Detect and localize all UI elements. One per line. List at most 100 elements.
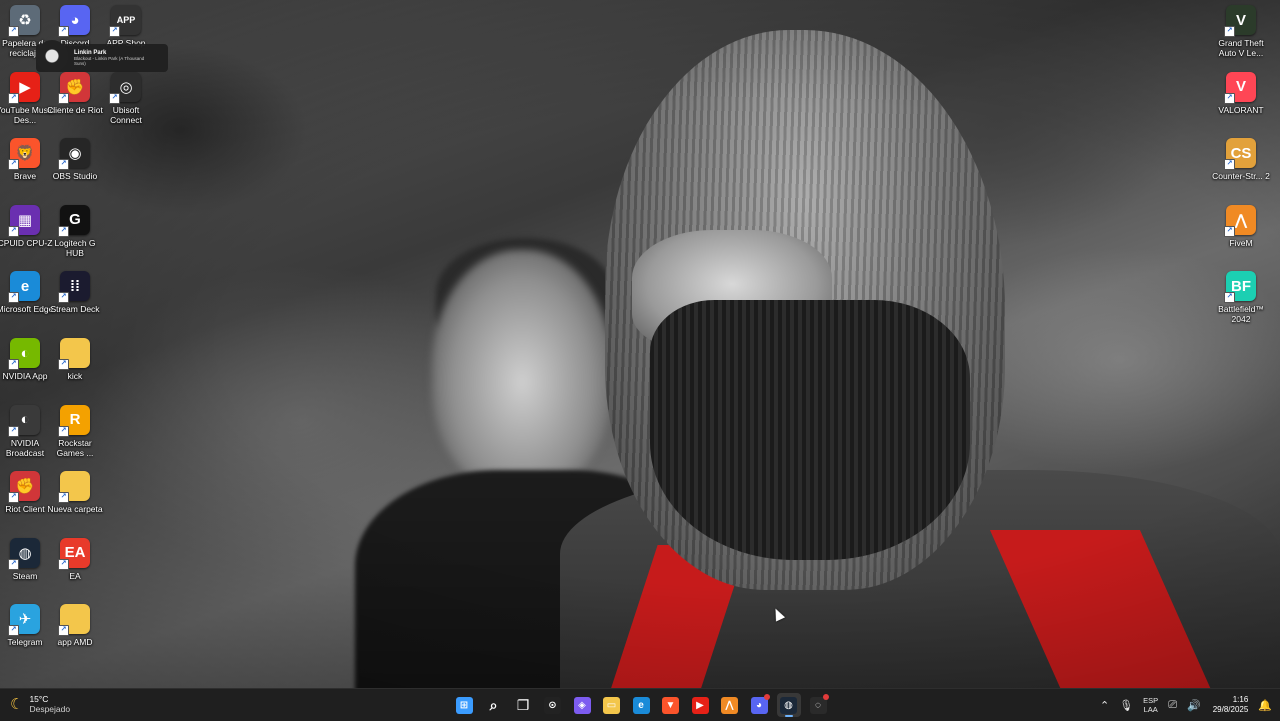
icon-glyph: ⋀ bbox=[1234, 211, 1248, 229]
desktop-icon-folder[interactable]: ↗ Nueva carpeta bbox=[47, 471, 103, 535]
icon-glyph: V bbox=[1235, 78, 1246, 96]
icon-glyph: e bbox=[20, 277, 30, 295]
app-shop-icon: APP ↗ bbox=[109, 5, 141, 37]
desktop-icon-label: OBS Studio bbox=[52, 171, 98, 182]
nvidia-broadcast-icon: ◐ ↗ bbox=[8, 404, 40, 437]
desktop-icon-label: Rockstar Games ... bbox=[56, 437, 94, 458]
taskbar-edge[interactable]: e bbox=[629, 693, 653, 717]
fivem-icon: ⋀ bbox=[721, 696, 738, 714]
taskbar-app-1[interactable]: ⊙ bbox=[541, 693, 565, 717]
desktop-icon-cpuz[interactable]: ▦ ↗ CPUID CPU-Z bbox=[0, 204, 53, 269]
steam-icon: ◍ ↗ bbox=[8, 537, 40, 570]
volume-icon[interactable]: 🔊 bbox=[1187, 699, 1201, 712]
shortcut-arrow-icon: ↗ bbox=[1224, 159, 1235, 171]
shortcut-arrow-icon: ↗ bbox=[58, 558, 69, 570]
desktop-icon-valorant[interactable]: V ↗ VALORANT bbox=[1213, 71, 1269, 136]
desktop-icon-telegram[interactable]: ✈ ↗ Telegram bbox=[0, 604, 53, 668]
shortcut-arrow-icon: ↗ bbox=[8, 292, 19, 304]
desktop-icon-fivem[interactable]: ⋀ ↗ FiveM bbox=[1213, 204, 1269, 269]
desktop-icon-obs[interactable]: ◉ ↗ OBS Studio bbox=[47, 138, 103, 202]
taskbar-file-explorer[interactable]: ▭ bbox=[600, 693, 624, 717]
desktop-icon-ea[interactable]: EA ↗ EA bbox=[47, 537, 103, 602]
clock-time: 1:16 bbox=[1232, 695, 1249, 704]
input-language[interactable]: ESP LAA bbox=[1143, 696, 1158, 714]
notification-badge bbox=[823, 694, 829, 700]
desktop-icon-riot-client[interactable]: ✊ ↗ Cliente de Riot bbox=[47, 71, 103, 136]
telegram-icon: ✈ ↗ bbox=[8, 604, 40, 637]
notification-badge bbox=[764, 694, 770, 700]
desktop-icon-riot-client[interactable]: ✊ ↗ Riot Client bbox=[0, 471, 53, 535]
desktop-icon-youtube-music[interactable]: ▶ ↗ YouTube Music Des... bbox=[0, 71, 54, 136]
riot-client-icon: ✊ ↗ bbox=[8, 471, 40, 504]
media-tooltip: Linkin Park Blackout - Linkin Park (A Th… bbox=[36, 40, 168, 72]
desktop-icon-label: app AMD bbox=[57, 637, 93, 648]
brave-icon: 🦁 ↗ bbox=[8, 138, 40, 171]
taskbar-copilot[interactable]: ◈ bbox=[570, 693, 594, 717]
taskbar-steam[interactable]: ◍ bbox=[776, 693, 801, 717]
nvidia-app-icon: ◐ ↗ bbox=[8, 338, 40, 370]
keyboard-layout: LAA bbox=[1143, 705, 1158, 714]
network-icon[interactable]: ⎚ bbox=[1168, 699, 1177, 712]
youtube-music-icon: ▶ ↗ bbox=[8, 71, 40, 104]
desktop-icon-cs2[interactable]: CS ↗ Counter-Str... 2 bbox=[1212, 138, 1270, 202]
shortcut-arrow-icon: ↗ bbox=[109, 26, 120, 37]
task-view-icon: ❐ bbox=[516, 696, 530, 713]
album-art bbox=[36, 40, 68, 72]
shortcut-arrow-icon: ↗ bbox=[109, 92, 120, 104]
taskbar-youtube-music[interactable]: ▶ bbox=[688, 693, 712, 717]
icon-glyph: ⁞⁞ bbox=[70, 277, 80, 295]
desktop-icon-label: kick bbox=[67, 371, 83, 381]
brave-icon: ▼ bbox=[662, 696, 679, 714]
desktop-icon-nvidia-broadcast[interactable]: ◐ ↗ NVIDIA Broadcast bbox=[0, 404, 53, 469]
discord-icon: ◕ ↗ bbox=[58, 5, 90, 37]
desktop-icon-logitech[interactable]: G ↗ Logitech G HUB bbox=[47, 204, 103, 269]
desktop-icon-brave[interactable]: 🦁 ↗ Brave bbox=[0, 138, 53, 202]
desktop-icon-label: Ubisoft Connect bbox=[110, 104, 142, 125]
desktop-wallpaper bbox=[0, 0, 1280, 688]
task-view-button[interactable]: ❐ bbox=[511, 693, 535, 717]
shortcut-arrow-icon: ↗ bbox=[1224, 225, 1235, 237]
chevron-up-icon[interactable]: ⌃ bbox=[1100, 699, 1109, 712]
desktop-icon-folder[interactable]: ↗ app AMD bbox=[47, 604, 103, 668]
clock-date: 29/8/2025 bbox=[1212, 705, 1249, 714]
shortcut-arrow-icon: ↗ bbox=[8, 359, 19, 370]
shortcut-arrow-icon: ↗ bbox=[58, 425, 69, 437]
taskbar-discord[interactable]: ◕ bbox=[747, 693, 771, 717]
desktop-icon-gta[interactable]: V ↗ Grand Theft Auto V Le... bbox=[1213, 5, 1269, 69]
icon-glyph: ◍ bbox=[18, 544, 32, 562]
desktop-icon-stream-deck[interactable]: ⁞⁞ ↗ Stream Deck bbox=[47, 271, 103, 335]
start-button[interactable]: ⊞ bbox=[452, 693, 476, 717]
system-tray: ⌃ 🎙 ESP LAA ⎚ 🔊 1:16 29/8/2025 🔔 bbox=[1090, 689, 1272, 721]
taskbar-fivem[interactable]: ⋀ bbox=[718, 693, 742, 717]
taskbar-brave[interactable]: ▼ bbox=[659, 693, 683, 717]
desktop-icon-steam[interactable]: ◍ ↗ Steam bbox=[0, 537, 53, 602]
desktop-icon-ubisoft[interactable]: ◎ ↗ Ubisoft Connect bbox=[98, 71, 154, 136]
search-button[interactable]: ⌕ bbox=[482, 693, 506, 717]
tooltip-subtitle: Blackout - Linkin Park (A Thousand Suns) bbox=[74, 55, 145, 67]
shortcut-arrow-icon: ↗ bbox=[8, 92, 19, 104]
taskbar-app-2[interactable]: ◌ bbox=[806, 693, 830, 717]
search-icon: ⌕ bbox=[489, 696, 498, 713]
icon-glyph: ▦ bbox=[17, 211, 33, 229]
shortcut-arrow-icon: ↗ bbox=[8, 492, 19, 504]
valorant-icon: V ↗ bbox=[1224, 71, 1256, 104]
fivem-icon: ⋀ ↗ bbox=[1224, 204, 1256, 237]
folder-icon: ▭ bbox=[603, 696, 620, 714]
microphone-icon[interactable]: 🎙 bbox=[1119, 699, 1133, 712]
desktop-icon-edge[interactable]: e ↗ Microsoft Edge bbox=[0, 271, 53, 335]
weather-widget[interactable]: ☾ 15°C Despejado bbox=[10, 694, 70, 714]
desktop-icon-nvidia-app[interactable]: ◐ ↗ NVIDIA App bbox=[0, 338, 53, 402]
icon-glyph: ◕ bbox=[70, 11, 80, 29]
clock[interactable]: 1:16 29/8/2025 bbox=[1213, 695, 1249, 715]
taskbar-pinned-apps: ⊞ ⌕ ❐ ⊙ ◈ ▭ e ▼ ▶ ⋀ ◕ ◍ ◌ bbox=[452, 693, 836, 717]
desktop-icon-rockstar[interactable]: R ↗ Rockstar Games ... bbox=[47, 404, 103, 469]
wallpaper-vignette bbox=[0, 0, 1280, 688]
shortcut-arrow-icon: ↗ bbox=[58, 159, 69, 171]
shortcut-arrow-icon: ↗ bbox=[8, 558, 19, 570]
cpuz-icon: ▦ ↗ bbox=[8, 204, 40, 237]
icon-glyph: ◐ bbox=[20, 344, 30, 362]
notification-icon[interactable]: 🔔 bbox=[1258, 699, 1272, 712]
desktop-icon-folder[interactable]: ↗ kick bbox=[47, 338, 103, 402]
desktop-icon-battlefield[interactable]: BF ↗ Battlefield™ 2042 bbox=[1213, 271, 1269, 335]
folder-icon: ↗ bbox=[58, 604, 90, 637]
